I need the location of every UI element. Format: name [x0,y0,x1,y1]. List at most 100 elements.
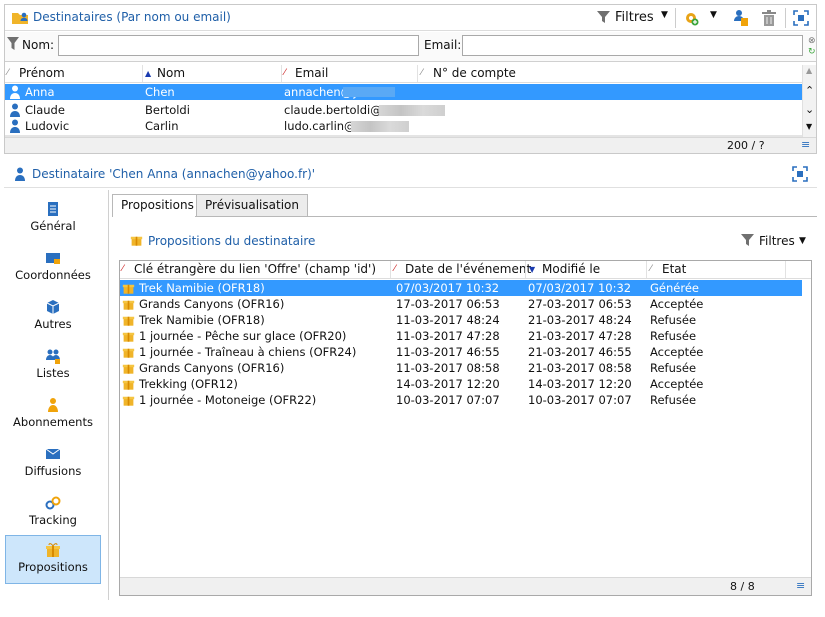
new-gear-icon[interactable] [683,10,699,26]
sort-none-icon: ⁄ [7,68,9,78]
table-row[interactable]: 1 journée - Traîneau à chiens (OFR24) 11-… [120,344,811,360]
envelope-icon [45,446,61,462]
person-icon [15,167,25,181]
filters-dropdown-arrow-icon[interactable]: ▼ [799,236,806,246]
maximize-icon[interactable] [793,10,809,26]
column-event-date[interactable]: Date de l'événement [405,261,531,278]
record-count: 200 / ? [727,139,765,152]
gift-icon [122,393,135,407]
tab-propositions[interactable]: Propositions [112,194,203,217]
nav-propositions[interactable]: Propositions [5,535,101,584]
column-divider[interactable] [646,261,647,278]
table-row[interactable]: Claude Bertoldi claude.bertoldi@ [5,102,802,118]
refresh-icon[interactable]: ↻ [808,47,816,57]
filter-funnel-icon[interactable] [7,37,19,51]
maximize-icon[interactable] [792,166,808,182]
column-state[interactable]: Etat [662,261,686,278]
clear-filter-icon[interactable]: ⊗ [808,36,816,46]
record-count: 8 / 8 [730,580,755,593]
nav-general[interactable]: Général [5,195,101,244]
gift-icon [122,281,135,295]
column-email[interactable]: Email [295,65,328,82]
nav-label: Général [30,219,76,233]
nav-diffusions[interactable]: Diffusions [5,440,101,489]
table-row[interactable]: Ludovic Carlin ludo.carlin@ [5,118,802,134]
section-title: Propositions du destinataire [148,234,316,248]
sort-descending-icon: ▼ [529,265,536,274]
cell-state: Acceptée [650,377,704,391]
nav-listes[interactable]: Listes [5,342,101,391]
table-row[interactable]: Trek Namibie (OFR18) 07/03/2017 10:32 07/0… [120,280,802,296]
column-last-name[interactable]: Nom [157,65,185,82]
person-icon [10,103,20,117]
recipients-scrollbar[interactable]: ▲ ⌃ ⌄ ▼ [802,65,816,137]
delete-trash-icon[interactable] [762,10,776,26]
cell-offer: Grands Canyons (OFR16) [139,361,285,375]
propositions-footer: 8 / 8 ≡ [120,577,811,595]
table-row[interactable]: Trekking (OFR12) 14-03-2017 12:20 14-03-20… [120,376,811,392]
cell-last-name: Chen [145,85,175,99]
nav-tracking[interactable]: Tracking [5,489,101,538]
sort-ascending-icon: ▲ [145,69,152,78]
new-dropdown-arrow-icon[interactable]: ▼ [710,10,717,20]
column-divider[interactable] [390,261,391,278]
name-input[interactable] [58,35,419,56]
duplicate-icon[interactable] [733,9,749,27]
email-input[interactable] [462,35,803,56]
cell-offer: 1 journée - Pêche sur glace (OFR20) [139,329,347,343]
scroll-collapse-icon[interactable]: ⌄ [805,103,814,116]
tab-previsualisation[interactable]: Prévisualisation [196,194,308,216]
link-icon [45,495,61,511]
nav-coordonnees[interactable]: Coordonnées [5,244,101,293]
tab-active-gap [113,216,195,217]
cell-modified: 21-03-2017 47:28 [528,329,632,343]
list-settings-icon[interactable]: ≡ [801,138,810,151]
column-divider[interactable] [417,65,418,82]
redacted-region [379,105,445,116]
column-account-number[interactable]: N° de compte [433,65,516,82]
filters-button[interactable]: Filtres [615,10,654,25]
column-divider[interactable] [142,65,143,82]
nav-abonnements[interactable]: Abonnements [5,391,101,440]
cell-offer: 1 journée - Motoneige (OFR22) [139,393,317,407]
table-row[interactable]: Anna Chen annachen@y [5,84,802,100]
cell-email: claude.bertoldi@ [284,103,382,117]
column-divider[interactable] [785,261,786,278]
table-row[interactable]: Grands Canyons (OFR16) 17-03-2017 06:53 27… [120,296,811,312]
scroll-expand-icon[interactable]: ⌃ [805,84,814,97]
column-modified[interactable]: Modifié le [542,261,600,278]
filters-button[interactable]: Filtres [759,234,795,248]
table-row[interactable]: Grands Canyons (OFR16) 11-03-2017 08:58 21… [120,360,811,376]
cell-state: Refusée [650,313,697,327]
cell-state: Refusée [650,329,697,343]
cell-modified: 14-03-2017 12:20 [528,377,632,391]
nav-autres[interactable]: Autres [5,293,101,342]
cell-event-date: 11-03-2017 48:24 [396,313,500,327]
filter-funnel-icon[interactable] [741,234,754,247]
column-first-name[interactable]: Prénom [19,65,65,82]
recipient-detail-title: Destinataire 'Chen Anna (annachen@yahoo.… [32,167,316,181]
cell-modified: 27-03-2017 06:53 [528,297,632,311]
cube-icon [45,299,61,315]
filter-funnel-icon[interactable] [597,11,610,24]
cell-last-name: Carlin [145,119,179,133]
propositions-column-header: ⁄ Clé étrangère du lien 'Offre' (champ '… [120,261,811,279]
scroll-down-icon[interactable]: ▼ [806,122,812,131]
cell-event-date: 11-03-2017 47:28 [396,329,500,343]
filters-dropdown-arrow-icon[interactable]: ▼ [661,10,668,20]
recipients-list-panel: Destinataires (Par nom ou email) Filtres… [4,4,817,154]
column-divider[interactable] [281,65,282,82]
cell-offer: 1 journée - Traîneau à chiens (OFR24) [139,345,357,359]
list-settings-icon[interactable]: ≡ [796,579,805,592]
cell-event-date: 11-03-2017 08:58 [396,361,500,375]
toolbar-separator [675,8,676,28]
table-row[interactable]: 1 journée - Motoneige (OFR22) 10-03-2017 … [120,392,811,408]
cell-offer: Grands Canyons (OFR16) [139,297,285,311]
column-divider[interactable] [525,261,526,278]
table-row[interactable]: Trek Namibie (OFR18) 11-03-2017 48:24 21-0… [120,312,811,328]
toolbar-separator [785,8,786,28]
scroll-up-icon[interactable]: ▲ [806,66,812,75]
table-row[interactable]: 1 journée - Pêche sur glace (OFR20) 11-03… [120,328,811,344]
column-offer-key[interactable]: Clé étrangère du lien 'Offre' (champ 'id… [134,261,376,278]
gift-icon [122,329,135,343]
